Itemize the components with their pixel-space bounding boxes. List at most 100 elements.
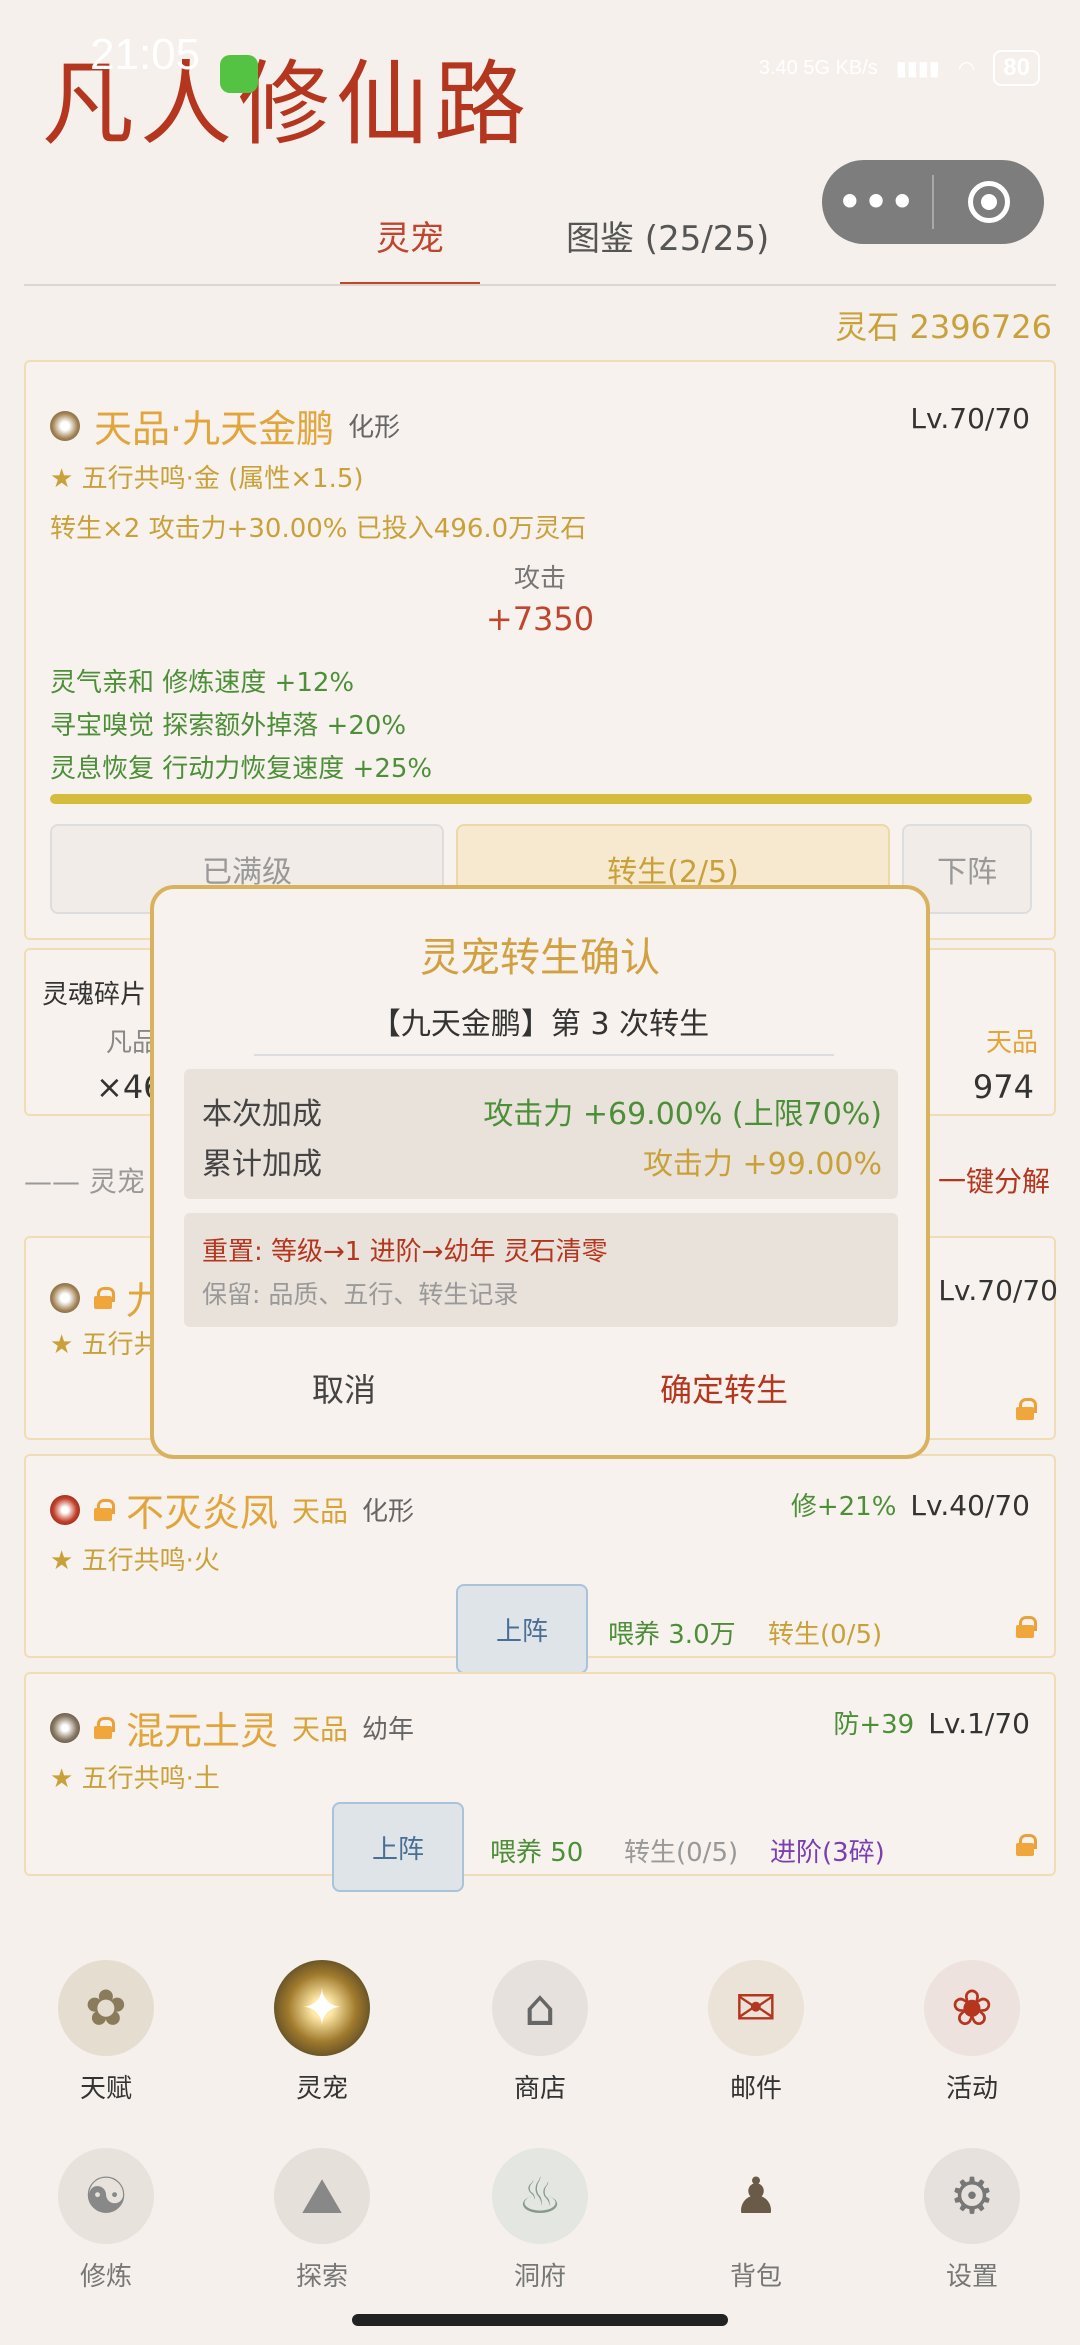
pet-resonance: ★ 五行共鸣·金 (属性×1.5) (50, 464, 364, 494)
keep-text: 保留: 品质、五行、转生记录 (202, 1280, 519, 1309)
tree-icon: ✿ (58, 1960, 154, 2056)
pet-bonus: 防+39 (833, 1710, 915, 1740)
feed-button[interactable]: 喂养 3.0万 (608, 1614, 736, 1651)
shop-icon: ⌂ (492, 1960, 588, 2056)
pet-stage: 幼年 (362, 1715, 415, 1745)
spirit-stone-balance: 灵石 2396726 (835, 308, 1052, 346)
bonus-summary: 本次加成 攻击力 +69.00% (上限70%) 累计加成 攻击力 +99.00… (184, 1069, 898, 1199)
skill-item: 灵气亲和 修炼速度 +12% (50, 668, 355, 698)
deploy-button[interactable]: 上阵 (332, 1802, 464, 1892)
rebirth-link[interactable]: 转生(0/5) (768, 1614, 882, 1651)
fragment-col-heaven: 天品 (985, 1028, 1038, 1058)
pet-name: 天品·九天金鹏 (94, 407, 335, 451)
pet-name: 不灭炎凤 (126, 1491, 279, 1535)
nav-mail[interactable]: ✉ 邮件 (686, 1960, 826, 2105)
lock-icon[interactable] (94, 1716, 115, 1739)
phoenix-avatar-icon (50, 1494, 80, 1525)
lock-icon[interactable] (1016, 1616, 1037, 1638)
confirm-rebirth-button[interactable]: 确定转生 (534, 1365, 914, 1411)
event-icon: ❀ (924, 1960, 1020, 2056)
pet-level: Lv.1/70 (928, 1707, 1030, 1740)
pet-stage: 化形 (362, 1497, 415, 1527)
pet-level: Lv.70/70 (910, 402, 1030, 435)
tab-divider (24, 284, 1056, 286)
tab-codex[interactable]: 图鉴 (25/25) (530, 205, 805, 286)
this-bonus-value: 攻击力 +69.00% (上限70%) (483, 1097, 882, 1132)
pet-avatar-icon (50, 1282, 80, 1313)
status-time: 21:05 (90, 30, 201, 79)
pet-resonance: ★ 五行共 (50, 1330, 160, 1360)
advance-link[interactable]: 进阶(3碎) (770, 1832, 885, 1869)
tab-bar: 灵宠 图鉴 (25/25) (340, 205, 805, 286)
signal-icon: ▮▮▮▮ (895, 57, 940, 80)
pet-orb-icon: ✦ (274, 1960, 370, 2056)
nav-bag[interactable]: ♟ 背包 (686, 2148, 826, 2293)
bulk-decompose-button[interactable]: 一键分解 (938, 1160, 1050, 1200)
pet-stage: 化形 (348, 413, 401, 443)
section-label: —— 灵宠 (24, 1165, 145, 1198)
bag-icon: ♟ (733, 2167, 779, 2225)
cauldron-icon: ♨ (492, 2148, 588, 2244)
wifi-icon: ◠ (957, 57, 976, 80)
attack-value: +7350 (485, 600, 595, 638)
mail-icon: ✉ (708, 1960, 804, 2056)
pet-rebirth-stats: 转生×2 攻击力+30.00% 已投入496.0万灵石 (50, 514, 587, 544)
mountain-icon: ⛰ (274, 2148, 370, 2244)
pet-grade: 天品 (292, 1494, 349, 1528)
home-indicator (352, 2314, 728, 2326)
more-icon[interactable]: ••• (822, 180, 932, 224)
reset-text: 重置: 等级→1 进阶→幼年 灵石清零 (202, 1237, 608, 1267)
dialog-title: 灵宠转生确认 (420, 935, 660, 981)
reset-warning: 重置: 等级→1 进阶→幼年 灵石清零 保留: 品质、五行、转生记录 (184, 1213, 898, 1327)
nav-shop[interactable]: ⌂ 商店 (470, 1960, 610, 2105)
dialog-divider (254, 1054, 834, 1056)
this-bonus-label: 本次加成 (202, 1097, 322, 1132)
nav-events[interactable]: ❀ 活动 (902, 1960, 1042, 2105)
battery-icon: 80 (993, 50, 1040, 86)
nav-pets[interactable]: ✦ 灵宠 (252, 1960, 392, 2105)
exp-progress-bar (50, 794, 1032, 804)
active-pet-card: 天品·九天金鹏 化形 Lv.70/70 ★ 五行共鸣·金 (属性×1.5) 转生… (24, 360, 1056, 940)
earth-spirit-avatar-icon (50, 1712, 80, 1743)
nav-cultivate[interactable]: ☯ 修炼 (36, 2148, 176, 2293)
rebirth-confirm-dialog: 灵宠转生确认 【九天金鹏】第 3 次转生 本次加成 攻击力 +69.00% (上… (150, 885, 930, 1459)
pet-avatar-icon (50, 410, 80, 441)
net-speed: 3.40 5G KB/s (758, 56, 878, 79)
feed-button[interactable]: 喂养 50 (490, 1832, 583, 1869)
pet-grade: 天品 (292, 1712, 349, 1746)
gear-icon: ⚙ (924, 2148, 1020, 2244)
lock-icon[interactable] (94, 1286, 115, 1309)
bottom-navigation: ✿ 天赋 ✦ 灵宠 ⌂ 商店 ✉ 邮件 ❀ 活动 ☯ 修炼 ⛰ 探索 ♨ 洞府 … (0, 1930, 1080, 2345)
skill-item: 灵息恢复 行动力恢复速度 +25% (50, 754, 433, 784)
wechat-icon (220, 55, 258, 93)
tab-pets[interactable]: 灵宠 (340, 205, 480, 286)
nav-settings[interactable]: ⚙ 设置 (902, 2148, 1042, 2293)
soul-fragment-label: 灵魂碎片 (42, 980, 147, 1010)
nav-cave[interactable]: ♨ 洞府 (470, 2148, 610, 2293)
cancel-button[interactable]: 取消 (154, 1365, 534, 1411)
meditate-icon: ☯ (58, 2148, 154, 2244)
attack-label: 攻击 (513, 564, 566, 594)
pet-resonance: ★ 五行共鸣·土 (50, 1764, 220, 1794)
pet-name: 混元土灵 (126, 1709, 279, 1753)
pet-resonance: ★ 五行共鸣·火 (50, 1546, 220, 1576)
mini-program-capsule: ••• (822, 160, 1044, 244)
deploy-button[interactable]: 上阵 (456, 1584, 588, 1674)
skill-item: 寻宝嗅觉 探索额外掉落 +20% (50, 711, 407, 741)
pet-level: Lv.40/70 (910, 1489, 1030, 1522)
lock-icon[interactable] (1016, 1834, 1037, 1856)
lock-icon[interactable] (1016, 1398, 1037, 1420)
nav-explore[interactable]: ⛰ 探索 (252, 2148, 392, 2293)
total-bonus-value: 攻击力 +99.00% (642, 1147, 882, 1182)
dialog-subtitle: 【九天金鹏】第 3 次转生 (370, 1007, 710, 1042)
status-indicators: 3.40 5G KB/s ▮▮▮▮ ◠ 80 (759, 50, 1040, 86)
lock-icon[interactable] (94, 1498, 115, 1521)
pet-list-item: 混元土灵 天品 幼年 防+39 Lv.1/70 ★ 五行共鸣·土 上阵 喂养 5… (24, 1672, 1056, 1892)
fragment-count-heaven: 974 (972, 1068, 1034, 1106)
close-miniprogram-icon[interactable] (934, 181, 1044, 223)
rebirth-link[interactable]: 转生(0/5) (624, 1832, 738, 1869)
pet-bonus: 修+21% (790, 1492, 897, 1522)
pet-list-item: 不灭炎凤 天品 化形 修+21% Lv.40/70 ★ 五行共鸣·火 上阵 喂养… (24, 1454, 1056, 1674)
nav-talent[interactable]: ✿ 天赋 (36, 1960, 176, 2105)
total-bonus-label: 累计加成 (202, 1147, 322, 1182)
